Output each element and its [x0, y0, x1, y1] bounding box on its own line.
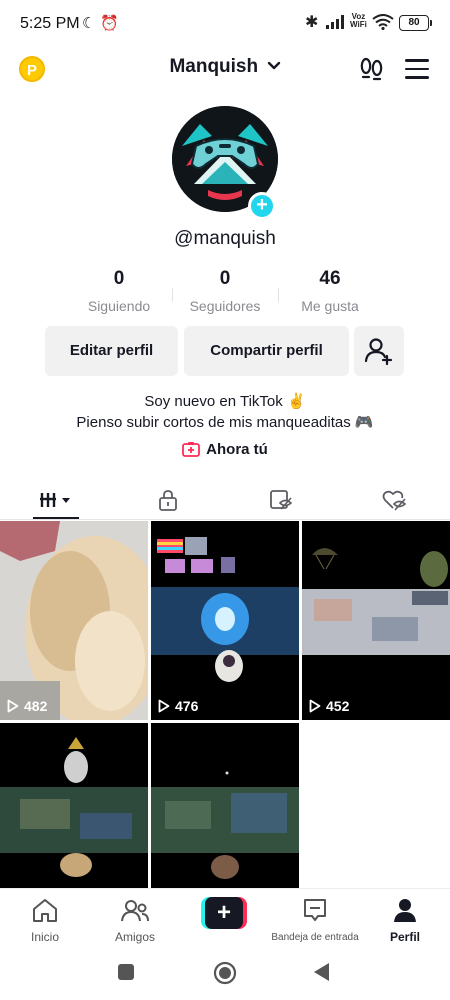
stat-label: Me gusta [301, 298, 359, 314]
profile-icon [394, 899, 416, 922]
view-count: 452 [309, 698, 349, 714]
home-icon [33, 899, 57, 922]
tab-videos[interactable] [0, 482, 112, 518]
inbox-icon [304, 899, 326, 921]
edit-profile-button[interactable]: Editar perfil [45, 326, 178, 376]
wifi-icon [372, 14, 394, 30]
ahora-tu-label: Ahora tú [206, 441, 268, 458]
nav-label: Inicio [30, 930, 59, 944]
account-name[interactable]: Manquish [169, 56, 258, 77]
status-time: 5:25 PM [20, 15, 80, 32]
add-avatar-button[interactable]: + [248, 192, 276, 220]
bottom-nav: Inicio Amigos + Bandeja de entrada Perfi… [0, 888, 450, 948]
recents-button[interactable] [118, 964, 134, 980]
bluetooth-icon: ✱ [305, 14, 319, 31]
dog-thumbnail-image [0, 521, 148, 720]
moon-icon: ☾ [82, 15, 96, 32]
game-thumbnail-image [151, 521, 299, 720]
tab-private[interactable] [112, 482, 224, 518]
back-button[interactable] [314, 963, 330, 981]
stat-following[interactable]: 0 Siguiendo [64, 268, 174, 314]
nav-home[interactable]: Inicio [0, 897, 90, 944]
play-icon [158, 699, 170, 713]
system-nav-bar [0, 948, 450, 1000]
video-thumbnail[interactable]: 476 [151, 521, 299, 720]
game-thumbnail-image [151, 723, 299, 888]
add-friend-button[interactable] [354, 326, 404, 376]
stat-followers[interactable]: 0 Seguidores [170, 268, 280, 314]
tab-liked[interactable] [338, 482, 450, 518]
friends-icon [121, 900, 149, 922]
nav-friends[interactable]: Amigos [90, 897, 180, 944]
stat-likes[interactable]: 46 Me gusta [275, 268, 385, 314]
tab-saved[interactable] [225, 482, 337, 518]
divider [0, 519, 450, 520]
nav-label: Bandeja de entrada [271, 932, 359, 943]
nav-inbox[interactable]: Bandeja de entrada [270, 897, 360, 943]
stat-label: Siguiendo [87, 298, 151, 314]
signal-icon [326, 15, 344, 29]
game-thumbnail-image [0, 723, 148, 888]
add-user-icon [364, 338, 393, 366]
play-icon [309, 699, 321, 713]
nav-label: Perfil [389, 930, 420, 944]
alarm-icon: ⏰ [100, 15, 119, 32]
hidden-bookmark-icon [270, 490, 293, 510]
chevron-down-icon[interactable] [267, 61, 281, 71]
nav-profile[interactable]: Perfil [360, 897, 450, 944]
stat-value: 46 [319, 268, 341, 289]
hidden-heart-icon [382, 490, 406, 511]
video-thumbnail[interactable]: 482 [0, 521, 148, 720]
bio-line-1: Soy nuevo en TikTok ✌️ [144, 393, 306, 410]
stat-value: 0 [113, 268, 125, 289]
footprint-icon[interactable] [359, 57, 385, 81]
battery-indicator: 80 [399, 15, 432, 31]
lock-icon [159, 490, 177, 511]
share-profile-button[interactable]: Compartir perfil [184, 326, 349, 376]
home-button[interactable] [213, 961, 237, 985]
bio-line-2: Pienso subir cortos de mis manqueaditas … [76, 414, 374, 431]
vowifi-indicator: Voz WiFi [350, 12, 367, 29]
stat-label: Seguidores [189, 298, 261, 314]
nav-label: Amigos [114, 930, 155, 944]
video-thumbnail[interactable]: 452 [302, 521, 450, 720]
create-button[interactable]: + [201, 897, 247, 929]
game-thumbnail-image [302, 521, 450, 720]
view-count: 476 [158, 698, 198, 714]
play-icon [7, 699, 19, 713]
username: @manquish [174, 228, 276, 249]
ahora-tu-link[interactable]: Ahora tú [0, 441, 450, 458]
menu-icon[interactable] [405, 59, 429, 79]
grid-icon [40, 493, 70, 507]
view-count: 482 [7, 698, 47, 714]
stat-value: 0 [219, 268, 231, 289]
add-story-icon [182, 442, 201, 457]
plus-icon: + [205, 897, 243, 929]
status-bar: 5:25 PM ☾ ⏰ ✱ Voz WiFi 80 [0, 0, 450, 48]
